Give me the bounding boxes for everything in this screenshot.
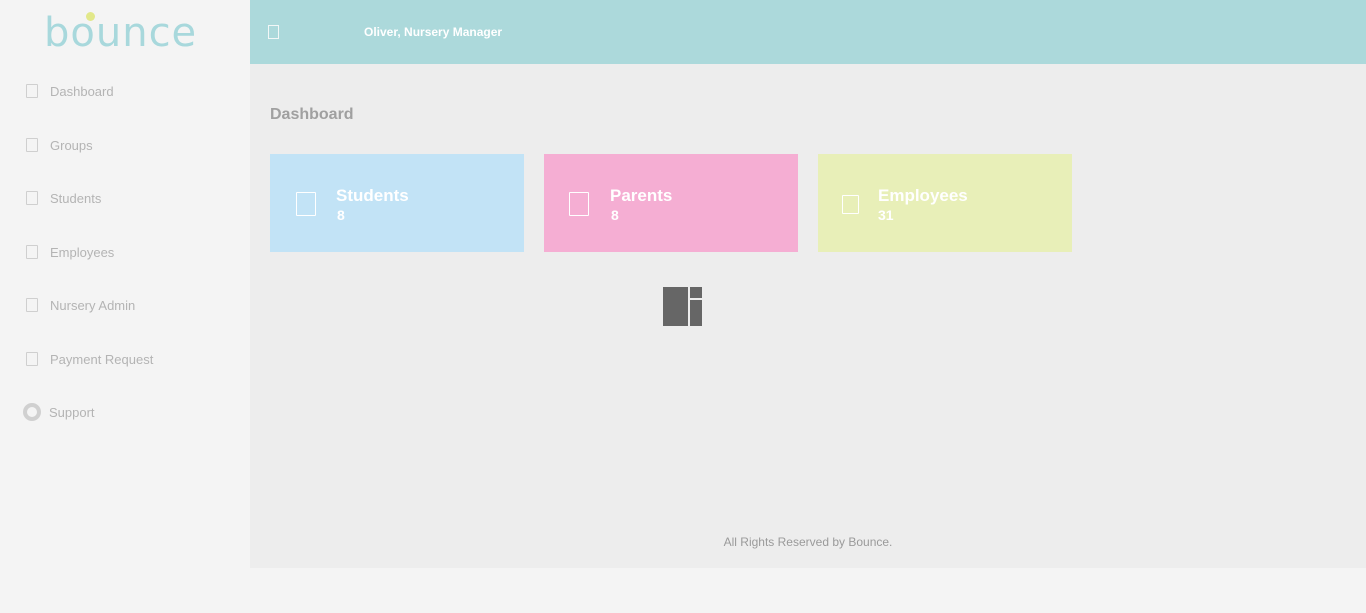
- card-label: Students: [336, 186, 409, 205]
- nursery-admin-icon: [26, 298, 38, 312]
- students-card[interactable]: Students 8: [270, 154, 524, 252]
- logo-dot: [86, 12, 95, 21]
- parents-card[interactable]: Parents 8: [544, 154, 798, 252]
- card-value: 31: [878, 207, 894, 223]
- card-label: Parents: [610, 186, 673, 205]
- loader-block: [690, 287, 702, 298]
- sidebar-item-payment-request[interactable]: Payment Request: [0, 344, 250, 374]
- sidebar-item-label: Support: [49, 404, 95, 420]
- employees-icon: [26, 245, 38, 259]
- loader-block: [663, 287, 688, 326]
- sidebar-item-label: Nursery Admin: [50, 297, 136, 313]
- payment-request-icon: [26, 352, 38, 366]
- logo-text: bounce: [44, 10, 198, 56]
- sidebar-item-nursery-admin[interactable]: Nursery Admin: [0, 290, 250, 320]
- sidebar-item-support[interactable]: Support: [0, 397, 250, 427]
- card-value: 8: [337, 207, 345, 223]
- card-value: 8: [611, 207, 619, 223]
- employees-card-icon: [842, 195, 859, 214]
- card-label: Employees: [878, 186, 968, 205]
- user-name[interactable]: Oliver, Nursery Manager: [364, 25, 502, 39]
- support-lifebuoy-icon: [23, 403, 41, 421]
- footer-copyright: All Rights Reserved by Bounce.: [723, 535, 893, 549]
- sidebar-item-label: Students: [50, 190, 102, 206]
- sidebar-item-label: Groups: [50, 137, 93, 153]
- sidebar-item-dashboard[interactable]: Dashboard: [0, 76, 250, 106]
- sidebar-item-groups[interactable]: Groups: [0, 130, 250, 160]
- top-bar: Oliver, Nursery Manager: [250, 0, 1366, 64]
- students-card-icon: [296, 192, 316, 216]
- loader-block: [690, 300, 702, 326]
- parents-card-icon: [569, 192, 589, 216]
- page-title: Dashboard: [270, 106, 354, 123]
- sidebar-item-label: Payment Request: [50, 351, 154, 367]
- sidebar-item-students[interactable]: Students: [0, 183, 250, 213]
- sidebar-item-label: Employees: [50, 244, 115, 260]
- employees-card[interactable]: Employees 31: [818, 154, 1072, 252]
- main-content: Dashboard Students 8 Parents 8 Employees…: [250, 64, 1366, 568]
- sidebar: bounce Dashboard Groups Students Employe…: [0, 0, 250, 613]
- groups-icon: [26, 138, 38, 152]
- menu-toggle-icon[interactable]: [268, 25, 279, 39]
- loading-spinner-icon: [663, 287, 703, 327]
- dashboard-icon: [26, 84, 38, 98]
- sidebar-item-employees[interactable]: Employees: [0, 237, 250, 267]
- students-icon: [26, 191, 38, 205]
- sidebar-item-label: Dashboard: [50, 83, 114, 99]
- bounce-logo[interactable]: bounce: [44, 10, 208, 56]
